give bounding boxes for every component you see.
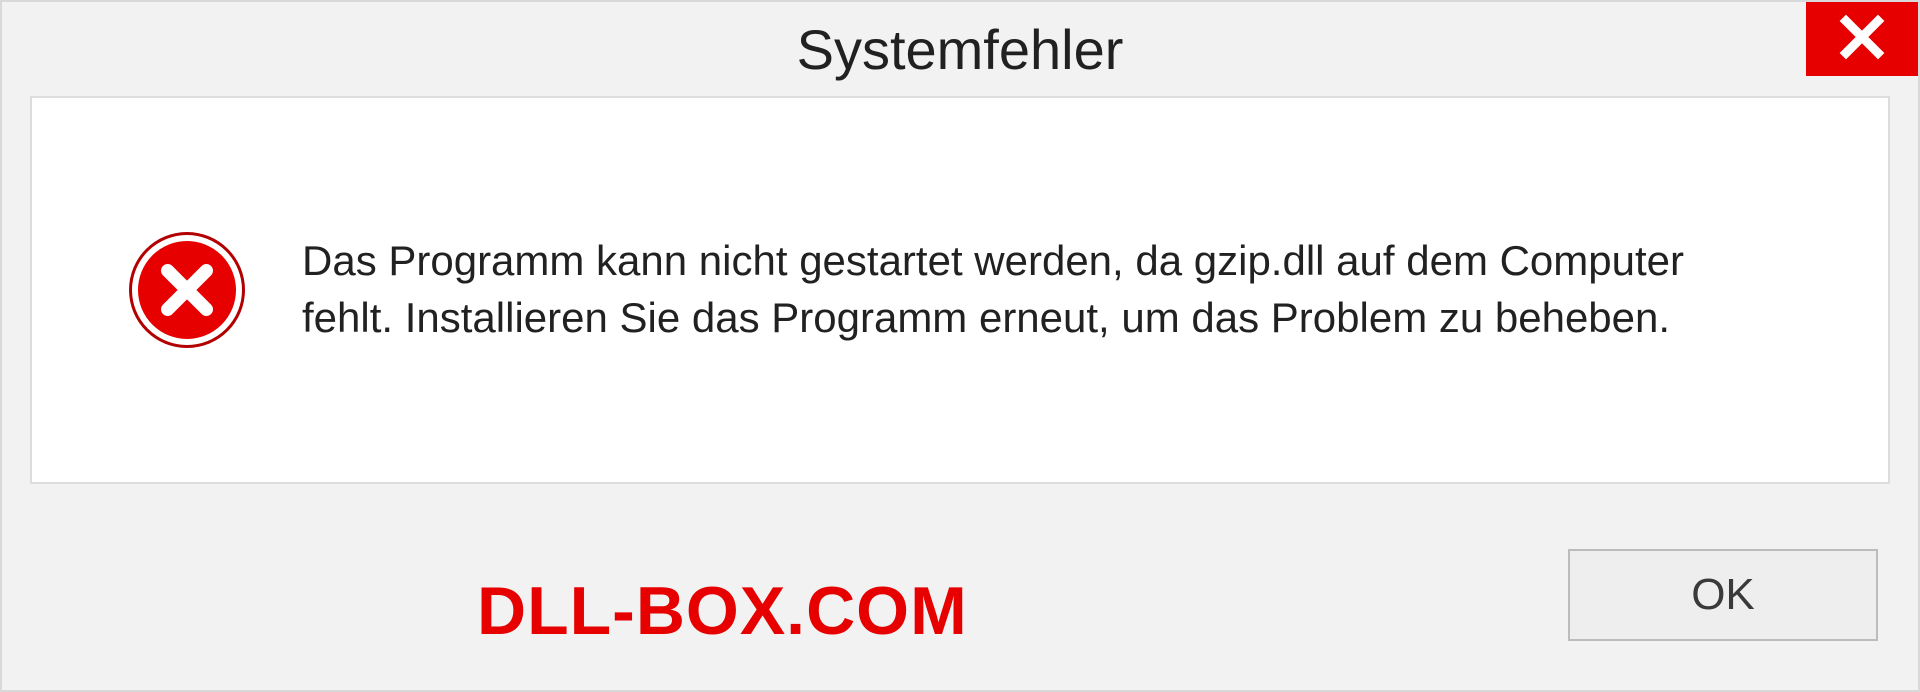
dialog-title: Systemfehler bbox=[797, 17, 1124, 82]
error-dialog: Systemfehler Das Programm kann nicht ges… bbox=[0, 0, 1920, 692]
close-button[interactable] bbox=[1806, 2, 1918, 76]
ok-button[interactable]: OK bbox=[1568, 549, 1878, 641]
watermark-text: DLL-BOX.COM bbox=[477, 572, 968, 650]
close-icon bbox=[1838, 13, 1886, 66]
error-message: Das Programm kann nicht gestartet werden… bbox=[302, 233, 1782, 346]
error-circle-x-icon bbox=[132, 235, 242, 345]
content-panel: Das Programm kann nicht gestartet werden… bbox=[30, 96, 1890, 484]
dialog-footer: DLL-BOX.COM OK bbox=[2, 500, 1918, 690]
titlebar: Systemfehler bbox=[2, 2, 1918, 96]
